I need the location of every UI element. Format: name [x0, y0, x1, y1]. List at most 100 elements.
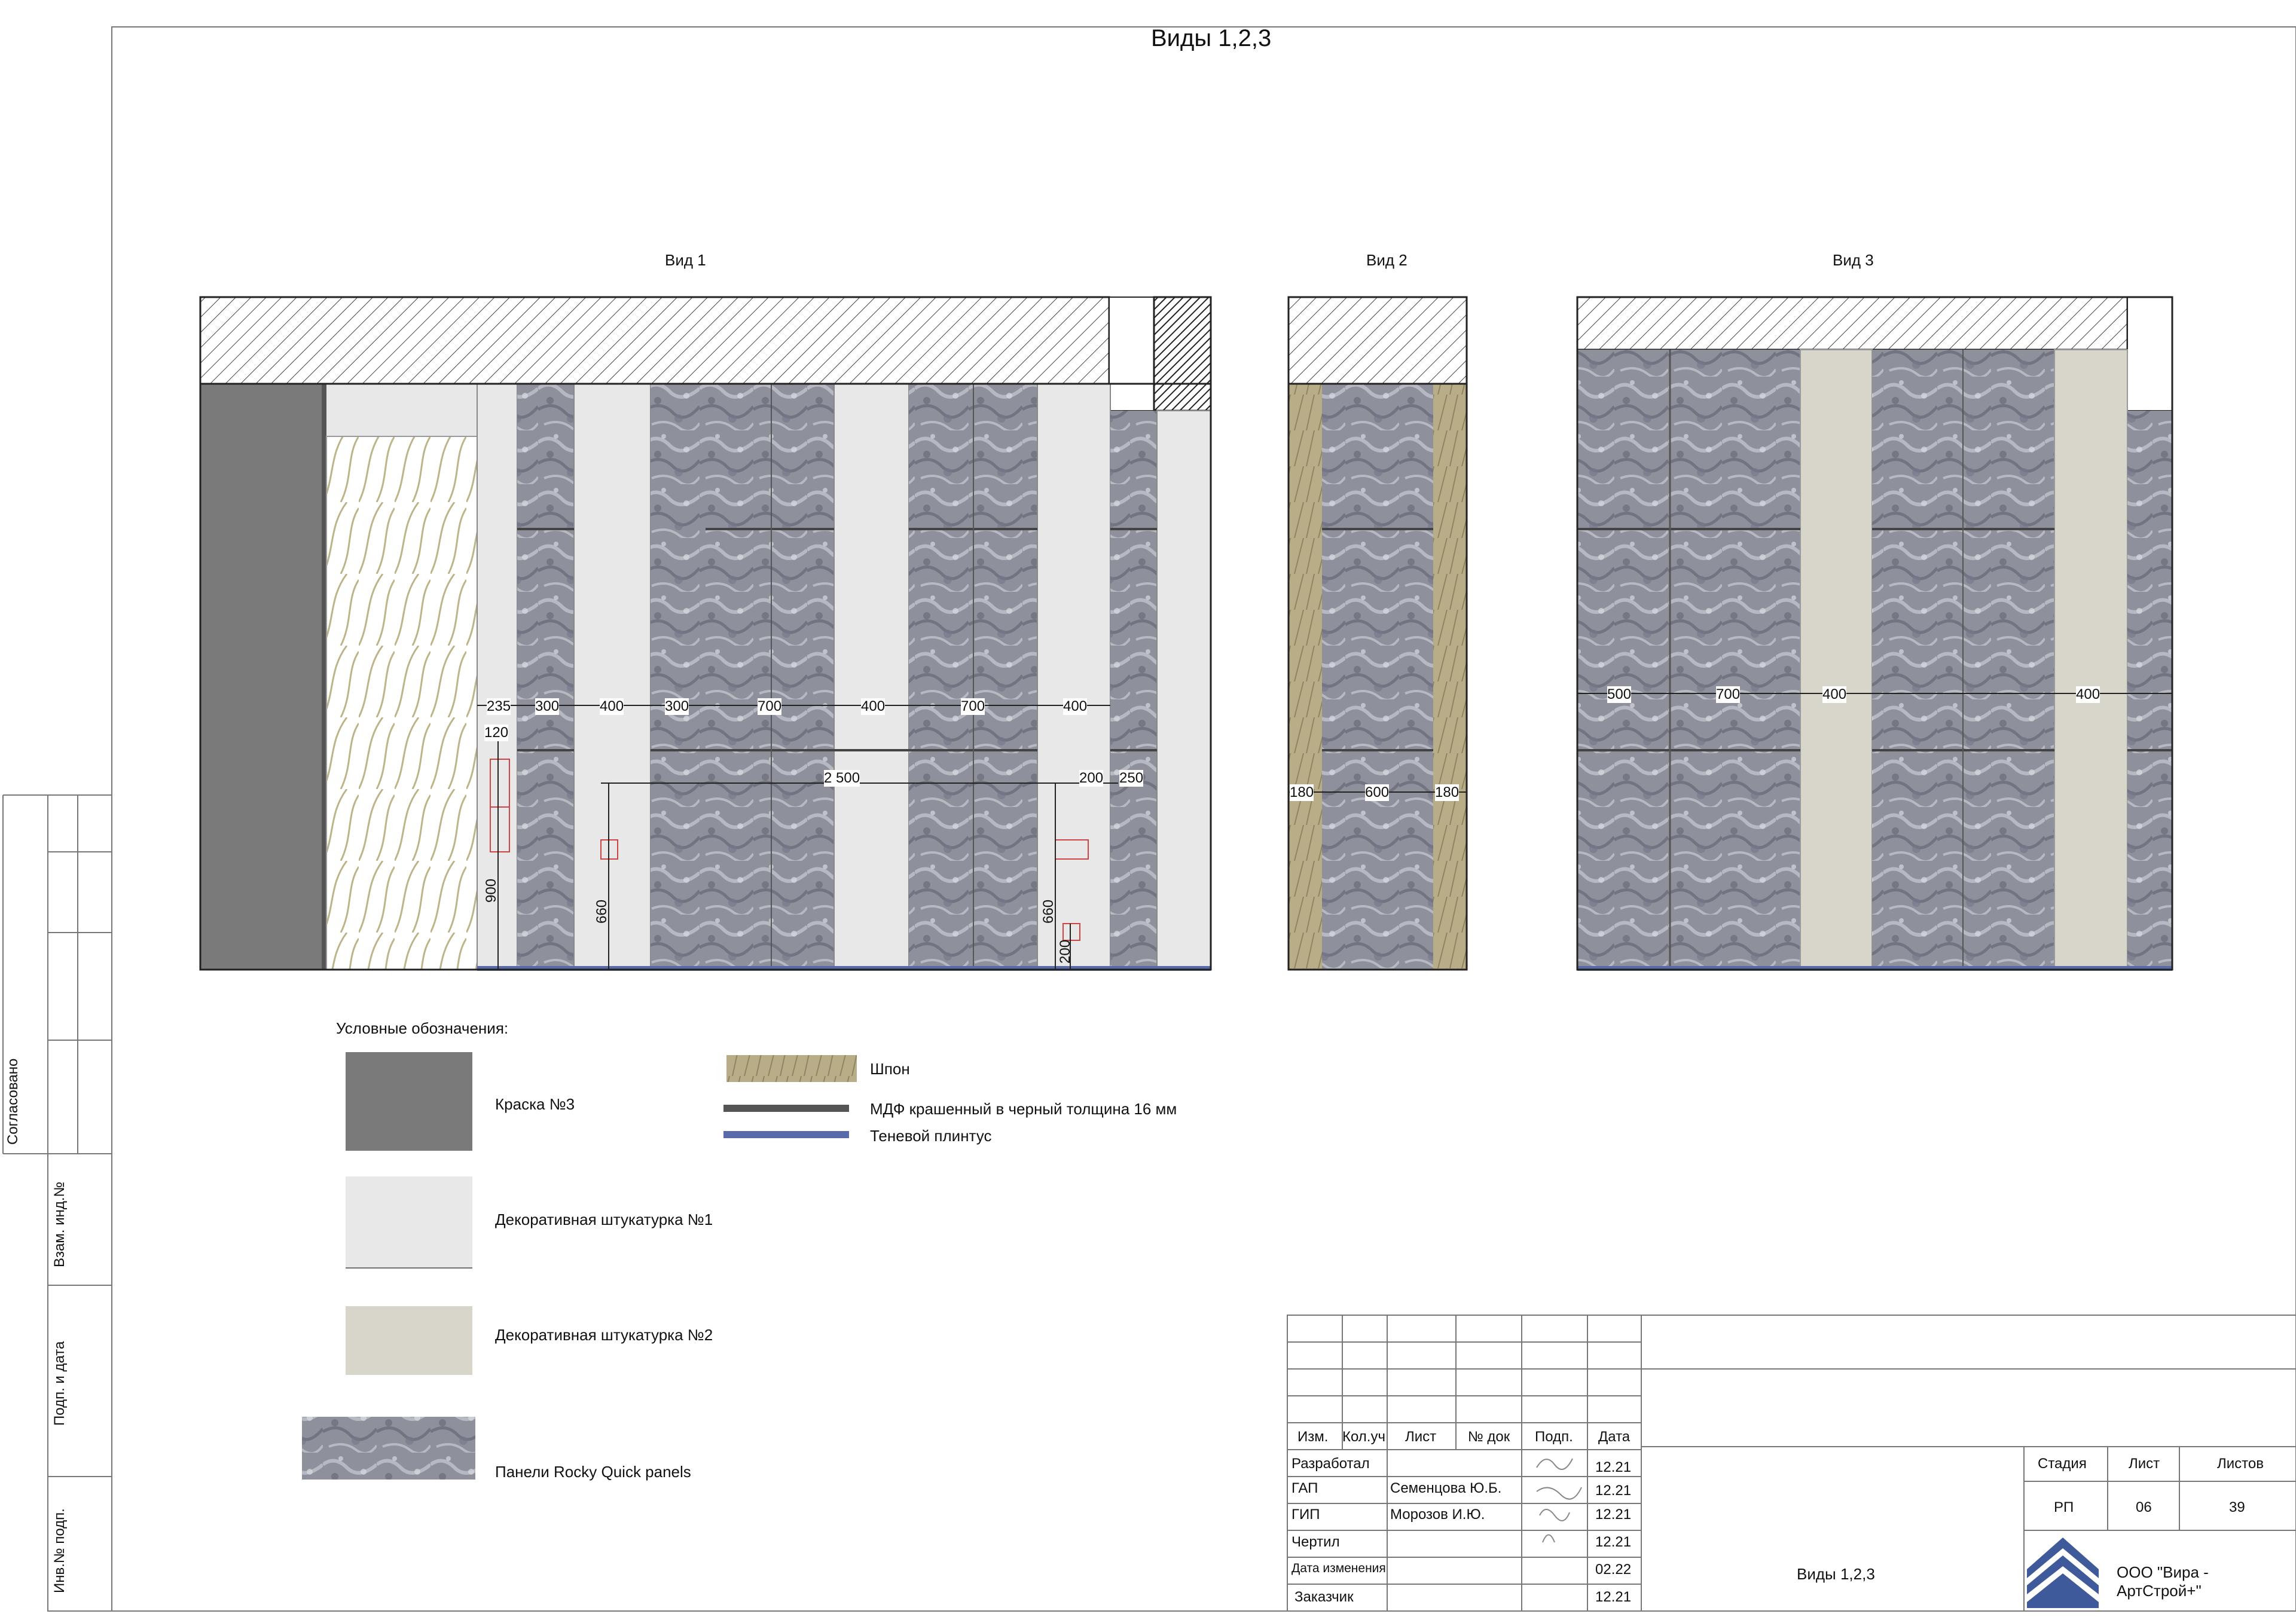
tb-header-doc: № док	[1468, 1429, 1510, 1445]
plaster-top	[326, 384, 477, 436]
dim-120: 120	[484, 725, 509, 741]
veneer-left	[1289, 384, 1322, 970]
dim-700-a: 700	[758, 698, 782, 715]
dim-250: 250	[1119, 770, 1144, 787]
stamp-vzam: Взам. инд.№	[51, 1181, 68, 1267]
drawing-sheet	[2, 26, 2296, 1612]
rock-panel-3	[706, 384, 834, 970]
dim-300-a: 300	[535, 698, 560, 715]
dim-200-vertical: 200	[1057, 939, 1073, 964]
legend-label-veneer: Шпон	[870, 1060, 910, 1078]
tb-header-kol: Кол.уч	[1342, 1429, 1385, 1445]
rock-panel-1	[517, 384, 574, 970]
plaster-column	[1156, 410, 1211, 970]
dim-2500: 2 500	[824, 770, 860, 787]
plaster2-strip-2	[2054, 349, 2128, 970]
tb-header-izm: Изм.	[1297, 1429, 1329, 1445]
tb-sheet-value: 06	[2136, 1499, 2152, 1515]
legend-label-plaster2: Декоративная штукатурка №2	[495, 1326, 713, 1344]
legend-swatch-baseboard	[723, 1131, 849, 1138]
tb-sheet-header: Лист	[2129, 1456, 2160, 1472]
dim-660-a: 660	[594, 899, 610, 924]
plaster-strip-3	[833, 383, 909, 970]
tb-role-3: Чертил	[1292, 1534, 1340, 1550]
dim-v2-180-right: 180	[1435, 784, 1460, 801]
legend-swatch-mdf	[723, 1105, 849, 1112]
stamp-podp-data: Подп. и дата	[51, 1341, 68, 1426]
plaster-strip-4	[1037, 383, 1111, 970]
tb-stage-value: РП	[2054, 1499, 2074, 1515]
dim-200: 200	[1079, 770, 1104, 787]
rock-panel-2	[651, 384, 706, 970]
company-logo	[2027, 1533, 2099, 1608]
legend-swatch-rock	[302, 1417, 475, 1480]
ceiling-gap	[1109, 297, 1155, 411]
legend-label-rock: Панели Rocky Quick panels	[495, 1463, 691, 1481]
tb-name-2: Морозов И.Ю.	[1390, 1506, 1485, 1523]
dim-v3-400-a: 400	[1822, 686, 1847, 703]
tb-role-5: Заказчик	[1294, 1589, 1354, 1605]
dim-v2-180-left: 180	[1290, 784, 1314, 801]
legend-swatch-plaster2	[346, 1306, 472, 1375]
legend-label-plaster1: Декоративная штукатурка №1	[495, 1211, 713, 1228]
ceiling-gap-3	[2127, 297, 2173, 411]
dim-660-b: 660	[1040, 899, 1057, 924]
ceiling-slab-hatch-2	[1287, 296, 1468, 385]
rock-panel-v3-2	[1670, 350, 1800, 970]
legend-swatch-plaster1	[346, 1176, 472, 1269]
sheet-title: Виды 1,2,3	[1151, 25, 1272, 51]
legend-swatch-paint	[346, 1052, 472, 1151]
tb-date-1: 12.21	[1595, 1483, 1632, 1499]
tb-sheet-name: Виды 1,2,3	[1797, 1565, 1875, 1583]
ceiling-slab-hatch	[199, 296, 1110, 385]
dim-v3-700: 700	[1716, 686, 1741, 703]
ceiling-slab-hatch-3	[1576, 296, 2129, 351]
tb-name-1: Семенцова Ю.Б.	[1390, 1480, 1502, 1496]
view-2-elevation	[1287, 296, 1468, 971]
dim-700-b: 700	[961, 698, 985, 715]
view-1-elevation	[199, 296, 1212, 971]
rock-panel-5	[1110, 411, 1157, 970]
veneer-right	[1433, 384, 1467, 970]
dim-400-a: 400	[600, 698, 624, 715]
dim-v3-400-b: 400	[2076, 686, 2100, 703]
tb-date-5: 12.21	[1595, 1589, 1632, 1605]
dim-v3-500: 500	[1607, 686, 1632, 703]
tb-role-1: ГАП	[1292, 1480, 1318, 1496]
tb-header-list: Лист	[1405, 1429, 1437, 1445]
legend-label-baseboard: Теневой плинтус	[870, 1127, 992, 1145]
tb-date-0: 12.21	[1595, 1459, 1632, 1475]
stamp-inv: Инв.№ подп.	[51, 1508, 68, 1593]
tb-company: ООО "Вира - АртСтрой+"	[2117, 1563, 2209, 1600]
rock-panel-v3-1	[1577, 350, 1670, 970]
column-hatch	[1153, 296, 1212, 412]
tb-role-2: ГИП	[1292, 1506, 1320, 1523]
view-3-title: Вид 3	[1833, 251, 1874, 269]
tb-header-podp: Подп.	[1535, 1429, 1573, 1445]
dim-235: 235	[487, 698, 511, 715]
stamp-soglasovano: Согласовано	[5, 1058, 21, 1145]
plaster2-strip-1	[1800, 349, 1873, 970]
view-3-elevation	[1576, 296, 2173, 971]
legend-heading: Условные обозначения:	[336, 1019, 509, 1037]
tb-stage-header: Стадия	[2038, 1456, 2087, 1472]
tb-date-4: 02.22	[1595, 1561, 1632, 1578]
dim-900: 900	[483, 878, 499, 903]
tb-date-2: 12.21	[1595, 1506, 1632, 1523]
tb-sheets-value: 39	[2229, 1499, 2245, 1515]
dim-400-b: 400	[861, 698, 886, 715]
plaster-strip-2	[573, 383, 651, 970]
view-2-title: Вид 2	[1366, 251, 1407, 269]
rock-panel-v2	[1322, 384, 1433, 970]
tb-date-3: 12.21	[1595, 1534, 1632, 1550]
legend-swatch-veneer	[726, 1055, 857, 1082]
tb-header-date: Дата	[1598, 1429, 1631, 1445]
dim-300-b: 300	[665, 698, 689, 715]
dim-400-c: 400	[1063, 698, 1088, 715]
dim-v2-600: 600	[1365, 784, 1390, 801]
tb-role-0: Разработал	[1292, 1456, 1370, 1472]
rock-panel-v3-4	[2127, 411, 2172, 970]
veneer-door	[326, 436, 478, 970]
view-1-title: Вид 1	[665, 251, 706, 269]
mdf-strip	[322, 384, 326, 970]
